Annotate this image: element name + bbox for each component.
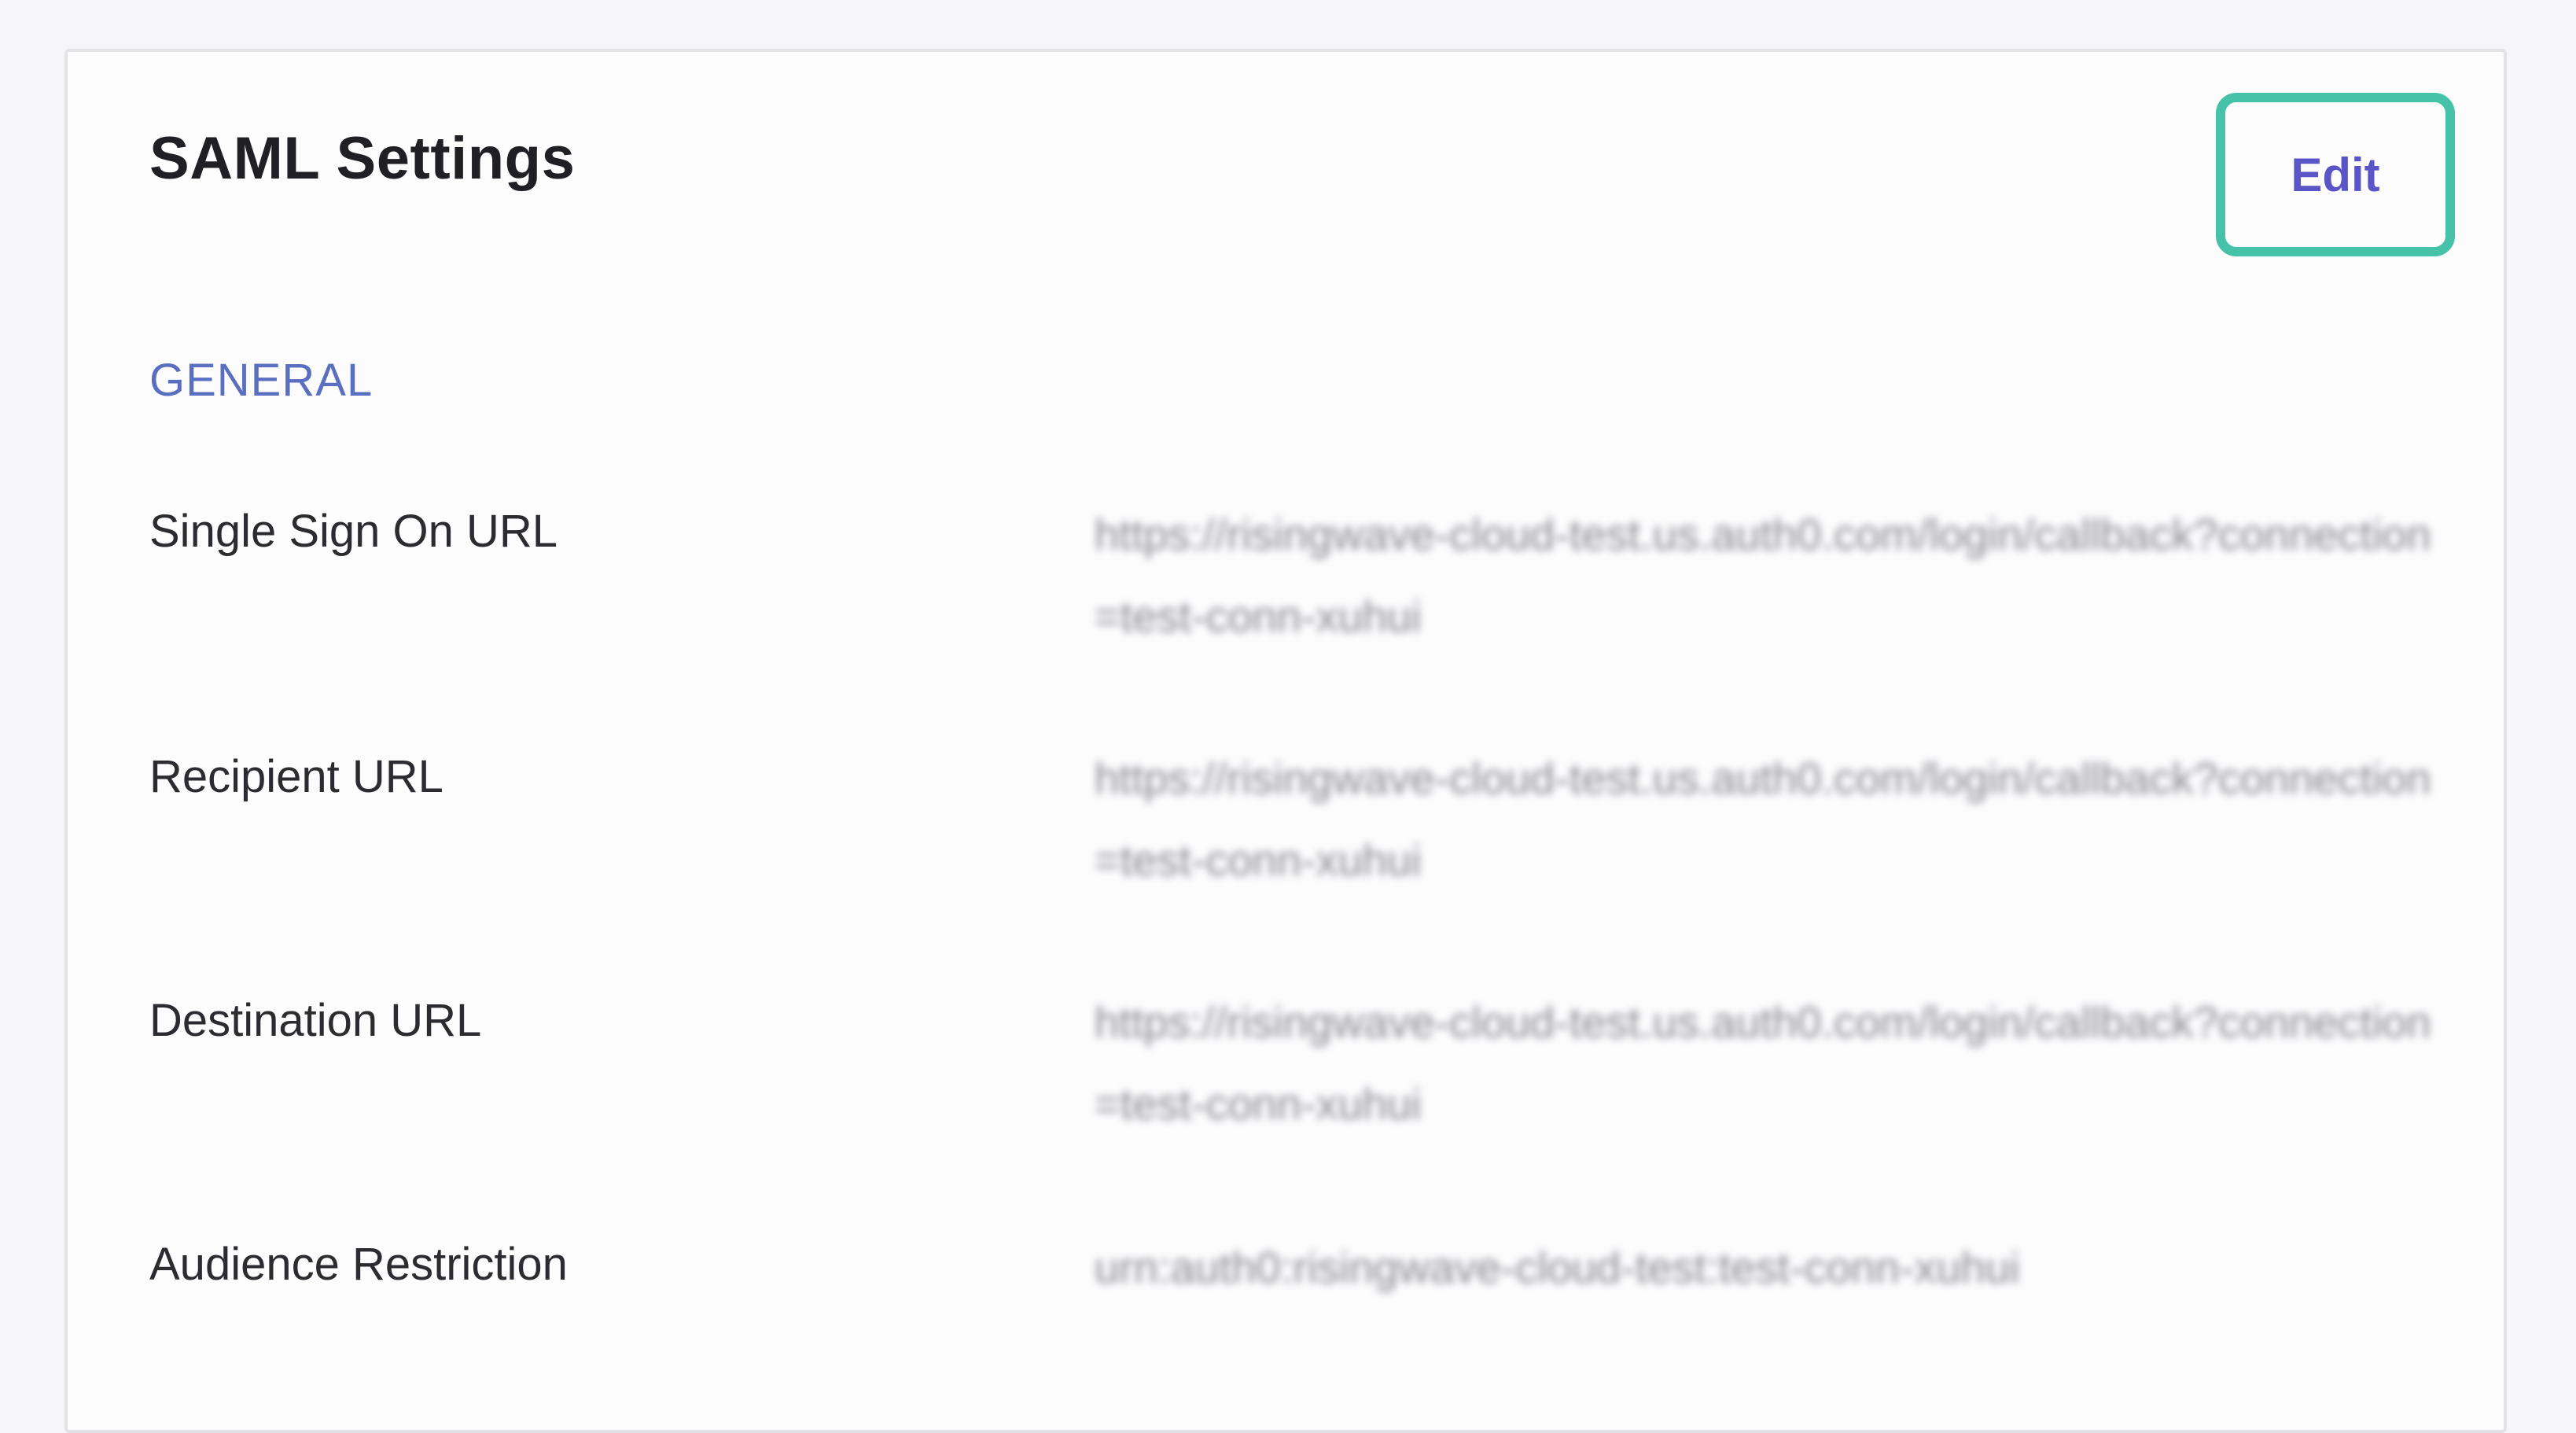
row-label-recipient-url: Recipient URL (149, 751, 443, 802)
edit-button-label: Edit (2291, 148, 2380, 201)
row-value-audience-restriction: urn:auth0:risingwave-cloud-test:test-con… (1095, 1243, 2020, 1292)
saml-settings-card: SAML Settings Edit GENERAL Single Sign O… (64, 49, 2507, 1433)
card-title: SAML Settings (149, 125, 576, 192)
row-label-destination-url: Destination URL (149, 995, 482, 1046)
row-value-recipient-url: https://risingwave-cloud-test.us.auth0.c… (1095, 753, 2431, 885)
row-label-single-sign-on-url: Single Sign On URL (149, 506, 558, 557)
edit-button[interactable]: Edit (2216, 93, 2455, 256)
row-value-destination-url: https://risingwave-cloud-test.us.auth0.c… (1095, 997, 2431, 1129)
section-header-general: GENERAL (149, 355, 374, 406)
row-label-audience-restriction: Audience Restriction (149, 1239, 568, 1290)
row-value-single-sign-on-url: https://risingwave-cloud-test.us.auth0.c… (1095, 510, 2431, 641)
